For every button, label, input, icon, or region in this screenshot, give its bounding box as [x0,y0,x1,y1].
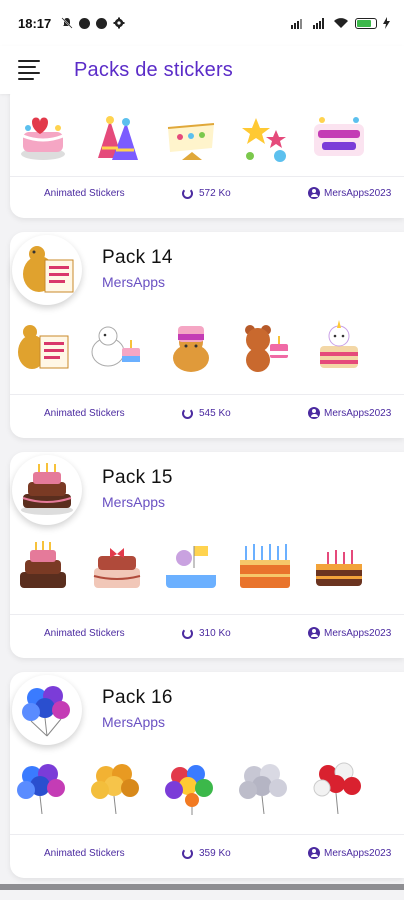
menu-icon[interactable] [18,60,40,80]
loading-ring-icon [182,847,193,859]
pack-publisher[interactable]: MersApps2023 [308,407,391,419]
divider [10,176,404,177]
pack-size: 310 Ko [182,627,231,639]
mute-notification-icon [61,17,73,29]
red-white-balloons-sticker [313,762,361,815]
pack-thumbnail[interactable] [12,235,82,305]
pack-size-value: 310 Ko [199,627,231,639]
pack-size-value: 572 Ko [199,187,231,199]
user-circle-icon [308,407,320,419]
layered-chocolate-cake-sticker [316,550,362,586]
sticker-row [14,318,368,376]
candles-cake-sticker [240,544,290,588]
pack-meta: Animated Stickers 359 Ko MersApps2023 [10,843,404,863]
pack-size: 359 Ko [182,847,231,859]
status-bar: 18:17 [0,0,404,46]
gold-balloons-sticker [91,764,139,815]
app-bar: Packs de stickers [0,46,404,94]
page-title: Packs de stickers [74,58,234,81]
pack-publisher[interactable]: MersApps2023 [308,847,391,859]
bear-holding-cake-sticker [173,326,209,372]
pack-card[interactable]: Pack 16 MersApps Animated Stickers 359 K… [10,672,404,878]
pack-meta: Animated Stickers 310 Ko MersApps2023 [10,623,404,643]
pack-author: MersApps [102,274,166,290]
sticker-row [14,758,368,816]
stars-confetti-sticker [242,118,286,162]
gesture-handle[interactable] [0,884,404,890]
polar-bear-cake-sticker [91,326,140,367]
pack-size-value: 545 Ko [199,407,231,419]
divider [10,394,404,395]
app-notification-icon [96,17,108,29]
pack-type-label: Animated Stickers [44,627,125,639]
pack-thumbnail[interactable] [12,455,82,525]
unicorn-cake-sticker [320,320,358,368]
pack-publisher-name: MersApps2023 [324,627,392,639]
wifi-icon [334,18,348,28]
pack-publisher-name: MersApps2023 [324,187,392,199]
sticker-row [14,110,368,168]
balloons-thumbnail [22,686,70,737]
pack-type-label: Animated Stickers [44,407,125,419]
battery-icon [355,17,377,29]
sticker-row [14,538,368,596]
pack-title: Pack 15 [102,467,173,488]
silver-balloons-sticker [239,764,287,815]
party-hats-sticker [98,116,138,160]
settings-gear-icon [113,17,125,29]
pack-card[interactable]: Animated Stickers 572 Ko MersApps2023 [10,94,404,218]
pack-author: MersApps [102,714,166,730]
user-circle-icon [308,187,320,199]
loading-ring-icon [182,187,193,199]
pack-title: Pack 14 [102,247,173,268]
pack-size: 545 Ko [182,407,231,419]
birthday-party-sign-sticker [314,117,364,156]
chocolate-cake-thumbnail [21,463,73,515]
divider [10,614,404,615]
pack-size: 572 Ko [182,187,231,199]
signal-icon [313,17,324,29]
pack-thumbnail[interactable] [12,675,82,745]
divider [10,834,404,835]
user-circle-icon [308,847,320,859]
pack-author: MersApps [102,494,166,510]
pack-list[interactable]: Animated Stickers 572 Ko MersApps2023 Pa… [0,94,404,884]
teddy-blue-cake-sticker [166,546,216,588]
pack-card[interactable]: Pack 14 MersApps Animated Stickers 545 K… [10,232,404,438]
pack-publisher-name: MersApps2023 [324,847,392,859]
bear-card-sticker [18,325,69,369]
loading-ring-icon [182,407,193,419]
chocolate-cake-sticker [20,541,66,588]
app-notification-icon [79,17,91,29]
pack-type-label: Animated Stickers [44,847,125,859]
pack-type-label: Animated Stickers [44,187,125,199]
pack-publisher[interactable]: MersApps2023 [308,627,391,639]
bow-cake-sticker [93,548,141,588]
pack-title: Pack 16 [102,687,173,708]
bear-birthday-card-thumbnail [23,246,74,293]
charging-bolt-icon [383,17,390,29]
rainbow-balloons-sticker [165,765,213,815]
blue-purple-balloons-sticker [17,764,65,815]
user-circle-icon [308,627,320,639]
pack-meta: Animated Stickers 545 Ko MersApps2023 [10,403,404,423]
happy-birthday-banner-sticker [167,123,215,160]
pack-meta: Animated Stickers 572 Ko MersApps2023 [10,183,404,203]
system-nav-bar [0,884,404,900]
birthday-cake-sticker [21,117,65,160]
pack-publisher-name: MersApps2023 [324,407,392,419]
status-time: 18:17 [18,15,52,31]
pack-size-value: 359 Ko [199,847,231,859]
pack-publisher[interactable]: MersApps2023 [308,187,391,199]
pack-card[interactable]: Pack 15 MersApps Animated Stickers 310 K… [10,452,404,658]
teddy-bear-cake-sticker [245,325,288,372]
signal-icon [291,18,302,29]
loading-ring-icon [182,627,193,639]
